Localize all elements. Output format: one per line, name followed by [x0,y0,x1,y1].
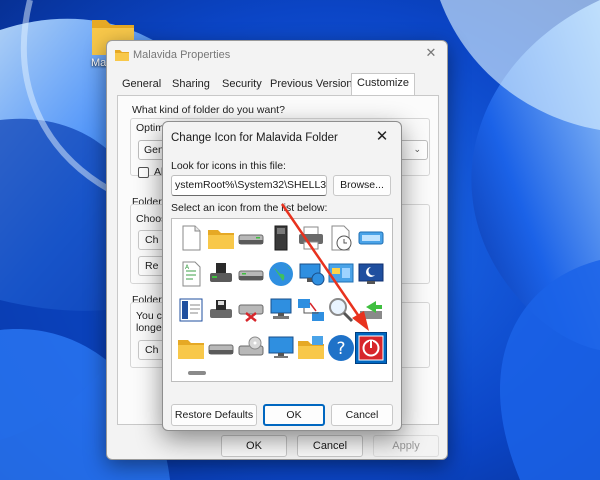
optical-drive-icon[interactable] [236,333,266,363]
window-document-icon[interactable] [176,295,206,325]
dialog-title: Change Icon for Malavida Folder [171,132,338,144]
drive-icon[interactable] [206,333,236,363]
properties-cancel-button[interactable]: Cancel [297,435,363,457]
folder-icon[interactable] [206,223,236,253]
close-icon[interactable]: ✕ [423,45,439,61]
browse-button[interactable]: Browse... [333,175,391,196]
tab-general[interactable]: General [117,75,166,95]
folder-icon [115,50,129,61]
server-icon[interactable] [206,259,236,289]
globe-icon[interactable] [266,259,296,289]
blank-document-icon[interactable] [176,223,206,253]
desktop-folder-label[interactable]: Ma [91,57,106,69]
folder-grid-icon[interactable] [296,333,326,363]
moon-monitor-icon[interactable] [356,259,386,289]
shutdown-icon[interactable] [355,332,387,364]
properties-title: Malavida Properties [133,49,231,61]
drive-icon[interactable] [236,259,266,289]
control-panel-icon[interactable] [326,259,356,289]
icon-list[interactable]: A ? [171,218,393,382]
text-document-icon[interactable]: A [176,259,206,289]
disconnected-drive-icon[interactable] [236,295,266,325]
properties-ok-button[interactable]: OK [221,435,287,457]
network-monitor-icon[interactable] [296,259,326,289]
monitor-icon[interactable] [266,333,296,363]
search-icon[interactable] [326,295,356,325]
folder-type-question: What kind of folder do you want? [132,104,285,116]
also-apply-checkbox[interactable] [138,167,149,178]
icon-file-path-input[interactable]: ystemRoot%\System32\SHELL32.dll [171,175,327,196]
clock-document-icon[interactable] [326,223,356,253]
drive-icon[interactable] [236,223,266,253]
folder-icons-text-2: longer [136,322,166,334]
select-icon-label: Select an icon from the list below: [171,202,328,214]
recycle-arrow-icon[interactable] [356,295,386,325]
properties-title-bar[interactable]: Malavida Properties ✕ [107,41,447,69]
tab-security[interactable]: Security [217,75,267,95]
change-icon-dialog: Change Icon for Malavida Folder ✕ Look f… [162,121,402,431]
dialog-ok-button[interactable]: OK [263,404,325,426]
tab-sharing[interactable]: Sharing [167,75,215,95]
removable-drive-icon[interactable] [356,223,386,253]
svg-text:?: ? [336,339,345,359]
close-icon[interactable]: ✕ [373,128,391,146]
look-for-label: Look for icons in this file: [171,160,286,172]
tab-customize[interactable]: Customize [351,73,415,96]
help-icon[interactable]: ? [326,333,356,363]
restore-defaults-button[interactable]: Restore Defaults [171,404,257,426]
network-connection-icon[interactable] [296,295,326,325]
memory-chip-icon[interactable] [266,223,296,253]
floppy-drive-icon[interactable] [206,295,236,325]
folder-icon[interactable] [176,333,206,363]
chevron-down-icon: ⌄ [413,144,421,154]
dialog-cancel-button[interactable]: Cancel [331,404,393,426]
tab-previous-versions[interactable]: Previous Versions [265,75,363,95]
printer-icon[interactable] [296,223,326,253]
horizontal-scrollbar[interactable] [188,371,206,375]
properties-apply-button[interactable]: Apply [373,435,439,457]
network-computer-icon[interactable] [266,295,296,325]
